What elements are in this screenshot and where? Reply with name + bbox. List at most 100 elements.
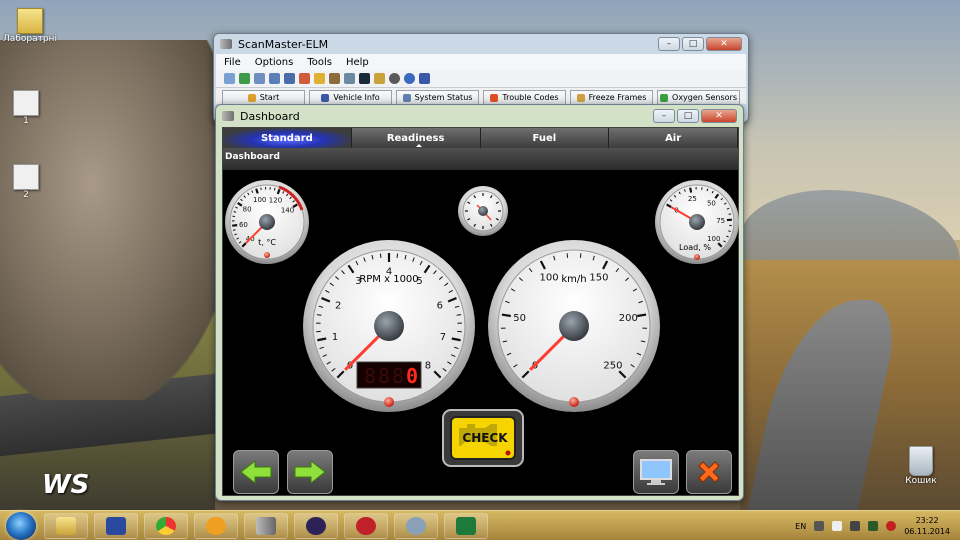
speed-tick (637, 313, 647, 318)
battery-icon[interactable] (374, 73, 385, 84)
tab-oxygen-sensors[interactable]: Oxygen Sensors (657, 90, 740, 104)
load-gauge: 0255075100 Load, % (655, 180, 739, 264)
window-title: Dashboard (240, 109, 300, 123)
app-icon (220, 39, 232, 49)
dashboard-window: Dashboard – □ ✕ Standard Readiness Fuel … (215, 104, 744, 501)
taskbar-scanmaster[interactable] (244, 512, 288, 539)
forward-button[interactable] (287, 450, 333, 494)
clock[interactable]: 23:22 06.11.2014 (904, 515, 950, 537)
tab-trouble-codes[interactable]: Trouble Codes (483, 90, 566, 104)
rpm-readout: 0 (406, 364, 418, 388)
report-icon[interactable] (299, 73, 310, 84)
tab-readiness[interactable]: Readiness (352, 128, 481, 148)
menu-tools[interactable]: Tools (307, 57, 332, 68)
arrow-right-icon (294, 459, 326, 485)
check-engine-button[interactable]: CHECK (442, 409, 524, 467)
speed-gauge: 050100150200250 km/h (488, 240, 660, 412)
help-icon[interactable] (419, 73, 430, 84)
maximize-button[interactable]: □ (677, 109, 699, 123)
connect-icon[interactable] (224, 73, 235, 84)
info-icon (321, 93, 330, 102)
tab-label: Air (665, 132, 682, 144)
taskbar-aimp[interactable] (194, 512, 238, 539)
taskbar-excel[interactable] (444, 512, 488, 539)
taskbar-explorer[interactable] (44, 512, 88, 539)
check-engine-label: CHECK (462, 431, 508, 445)
desktop-icon-1[interactable]: 1 (0, 90, 56, 126)
taskbar-save[interactable] (94, 512, 138, 539)
speed-hub (559, 311, 589, 341)
taskbar-network[interactable] (394, 512, 438, 539)
desktop-icon-folder[interactable]: Лаборатрні (0, 8, 60, 44)
load-lamp (694, 254, 700, 260)
grid-icon[interactable] (269, 73, 280, 84)
dial-icon[interactable] (389, 73, 400, 84)
rpm-hub (374, 311, 404, 341)
network-signal-icon[interactable] (868, 521, 879, 531)
menu-options[interactable]: Options (255, 57, 294, 68)
terminal-icon[interactable] (344, 73, 355, 84)
rpm-tick-label: 8 (425, 360, 431, 371)
dashboard-header: Dashboard (223, 148, 738, 170)
maximize-button[interactable]: □ (682, 37, 704, 51)
tab-air[interactable]: Air (609, 128, 738, 148)
language-indicator[interactable]: EN (795, 522, 806, 531)
dashboard-titlebar[interactable]: Dashboard – □ ✕ (216, 105, 743, 127)
close-button[interactable]: ✕ (706, 37, 742, 51)
window-thumbnail-icon (13, 90, 39, 116)
flag-icon[interactable] (832, 521, 843, 531)
list-icon[interactable] (254, 73, 265, 84)
fullscreen-button[interactable] (633, 450, 679, 494)
rpm-tick-label: 7 (440, 332, 446, 343)
globe-icon[interactable] (239, 73, 250, 84)
start-button[interactable] (6, 511, 36, 540)
clock-time: 23:22 (915, 516, 939, 525)
volume-muted-icon[interactable] (886, 521, 897, 531)
minimize-button[interactable]: – (653, 109, 675, 123)
tab-start[interactable]: Start (222, 90, 305, 104)
gauges-area: 406080100120140 t, °C (223, 170, 740, 497)
taskbar-museum[interactable] (344, 512, 388, 539)
info-icon[interactable] (404, 73, 415, 84)
taskbar-chrome[interactable] (144, 512, 188, 539)
rpm-digit-ghost: 8 (364, 364, 376, 388)
clipboard-icon[interactable] (329, 73, 340, 84)
tab-vehicle-info[interactable]: Vehicle Info (309, 90, 392, 104)
sensor-icon[interactable] (314, 73, 325, 84)
check-engine-lamp (505, 450, 511, 456)
taskbar: EN 23:22 06.11.2014 (0, 510, 960, 540)
speed-lamp (569, 397, 579, 407)
app-icon (222, 111, 234, 121)
menu-help[interactable]: Help (346, 57, 369, 68)
close-button[interactable]: ✕ (701, 109, 737, 123)
chart-icon[interactable] (284, 73, 295, 84)
scanmaster-titlebar[interactable]: ScanMaster-ELM – □ ✕ (214, 34, 748, 54)
eclipse-icon (306, 516, 326, 535)
network-icon (406, 516, 426, 535)
tab-freeze-frames[interactable]: Freeze Frames (570, 90, 653, 104)
device-icon[interactable] (850, 521, 861, 531)
back-button[interactable] (233, 450, 279, 494)
dashboard-panel: Standard Readiness Fuel Air Dashboard 60… (222, 127, 739, 496)
dashboard-tabs: Standard Readiness Fuel Air (223, 128, 738, 148)
close-dashboard-button[interactable] (686, 450, 732, 494)
tab-system-status[interactable]: System Status (396, 90, 479, 104)
menu-file[interactable]: File (224, 57, 241, 68)
monitor-icon[interactable] (359, 73, 370, 84)
rpm-gauge: 012345678 RPM x 1000 8 8 8 0 (303, 240, 475, 412)
tab-label: Trouble Codes (502, 93, 559, 102)
tab-label: Standard (260, 132, 313, 144)
tray-arrow-icon[interactable] (814, 521, 825, 531)
toolbar (216, 70, 746, 88)
taskbar-eclipse[interactable] (294, 512, 338, 539)
tab-fuel[interactable]: Fuel (481, 128, 610, 148)
temp-tick (273, 187, 276, 191)
tab-standard[interactable]: Standard (223, 128, 352, 148)
desktop-icon-2[interactable]: 2 (0, 164, 56, 200)
monitor-icon (640, 459, 672, 485)
window-thumbnail-icon (13, 164, 39, 190)
minimize-button[interactable]: – (658, 37, 680, 51)
desktop-icon-label: 1 (23, 116, 29, 126)
desktop-icon-recycle-bin[interactable]: Кошик (891, 446, 951, 486)
temp-tick (233, 211, 237, 213)
